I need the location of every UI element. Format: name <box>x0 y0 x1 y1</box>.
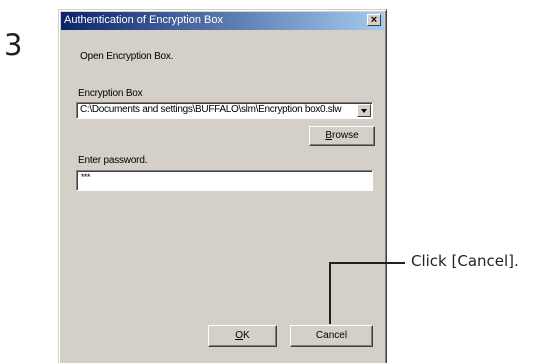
dialog-title: Authentication of Encryption Box <box>64 14 223 26</box>
cancel-label: Cancel <box>315 330 348 341</box>
ok-label: K <box>243 330 250 341</box>
encryption-box-combo[interactable]: C:\Documents and settings\BUFFALO\slm\En… <box>76 102 373 119</box>
password-label: Enter password. <box>78 155 148 166</box>
ok-accel: O <box>235 330 244 341</box>
browse-label: rowse <box>331 130 359 141</box>
chevron-down-icon[interactable] <box>357 104 371 117</box>
dialog-titlebar[interactable]: Authentication of Encryption Box × <box>61 12 384 30</box>
password-input[interactable]: *** <box>76 170 373 191</box>
cancel-button[interactable]: Cancel <box>290 325 373 347</box>
password-value: *** <box>81 172 91 182</box>
authentication-dialog: Authentication of Encryption Box × Open … <box>58 9 387 363</box>
close-icon: × <box>370 14 378 26</box>
encryption-box-label: Encryption Box <box>78 88 143 99</box>
instruction-text: Open Encryption Box. <box>80 51 174 62</box>
ok-button[interactable]: OK <box>208 325 277 347</box>
browse-button[interactable]: Browse <box>309 126 375 146</box>
browse-accel: B <box>325 130 332 141</box>
step-number: 3 <box>4 28 23 62</box>
callout-line-horizontal <box>329 262 405 264</box>
callout-line-vertical <box>329 262 331 324</box>
callout-text: Click [Cancel]. <box>411 252 519 270</box>
close-button[interactable]: × <box>367 14 381 26</box>
encryption-box-path: C:\Documents and settings\BUFFALO\slm\En… <box>80 104 342 115</box>
